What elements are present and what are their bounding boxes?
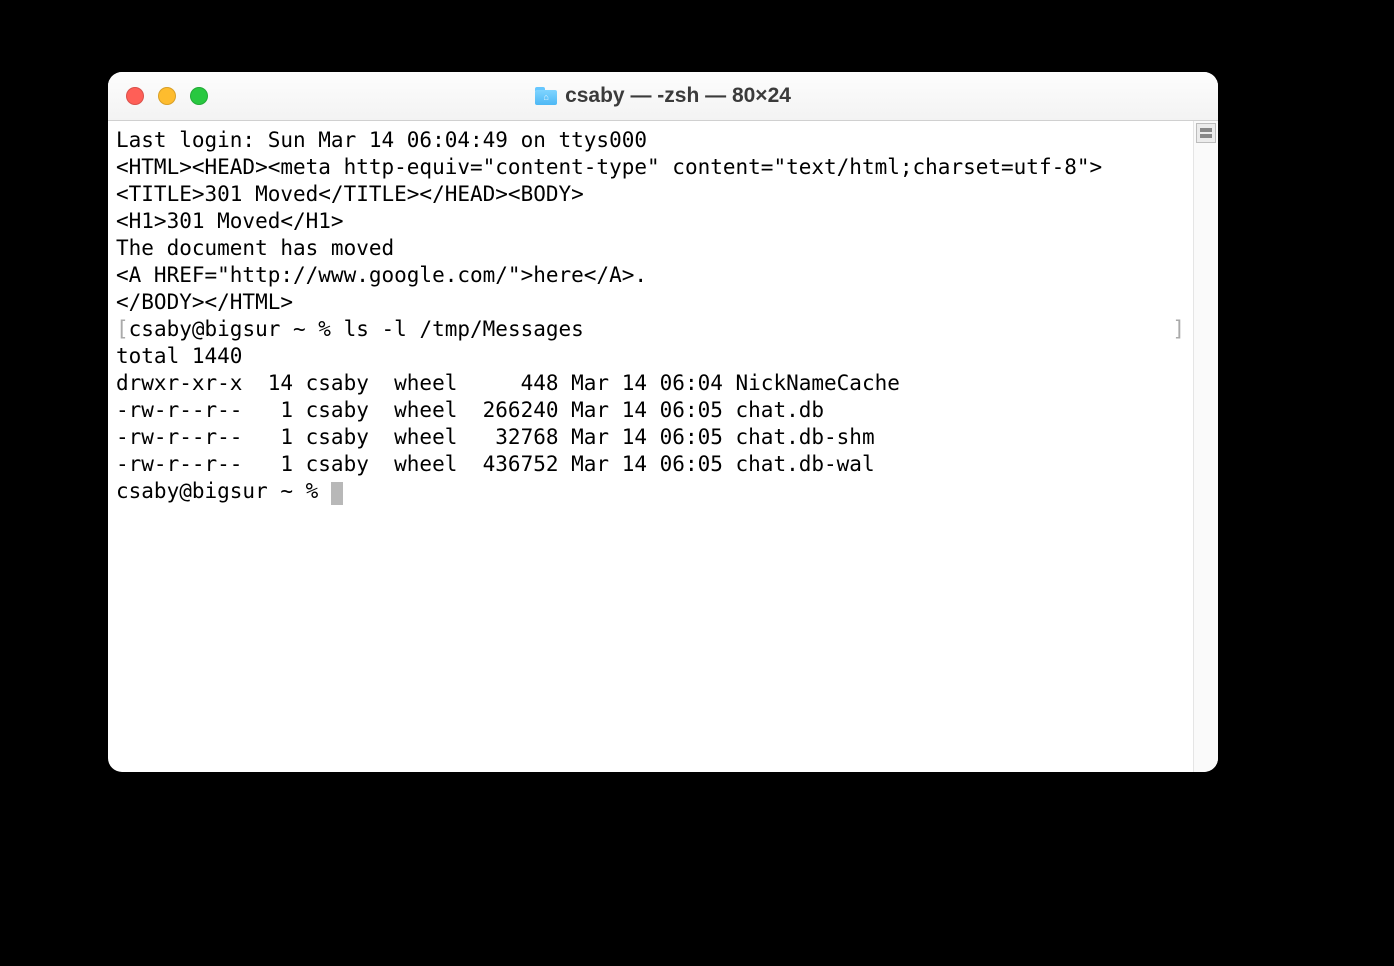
output-line: drwxr-xr-x 14 csaby wheel 448 Mar 14 06:… [116,370,1185,397]
output-line: total 1440 [116,343,1185,370]
traffic-lights [108,87,208,105]
output-line: Last login: Sun Mar 14 06:04:49 on ttys0… [116,127,1185,154]
folder-icon: ⌂ [535,87,557,105]
terminal-window: ⌂ csaby — -zsh — 80×24 Last login: Sun M… [108,72,1218,772]
output-line: <TITLE>301 Moved</TITLE></HEAD><BODY> [116,181,1185,208]
terminal-output[interactable]: Last login: Sun Mar 14 06:04:49 on ttys0… [108,121,1193,772]
output-line: <HTML><HEAD><meta http-equiv="content-ty… [116,154,1185,181]
zoom-button[interactable] [190,87,208,105]
output-line: <H1>301 Moved</H1> [116,208,1185,235]
window-body: Last login: Sun Mar 14 06:04:49 on ttys0… [108,121,1218,772]
bracket-right: ] [1172,316,1185,343]
window-title-text: csaby — -zsh — 80×24 [565,84,791,108]
output-line: -rw-r--r-- 1 csaby wheel 32768 Mar 14 06… [116,424,1185,451]
output-line: -rw-r--r-- 1 csaby wheel 266240 Mar 14 0… [116,397,1185,424]
bracket-left: [ [116,317,129,341]
command-line: [csaby@bigsur ~ % ls -l /tmp/Messages] [116,316,1185,343]
output-line: <A HREF="http://www.google.com/">here</A… [116,262,1185,289]
current-prompt-line[interactable]: csaby@bigsur ~ % [116,478,1185,505]
titlebar[interactable]: ⌂ csaby — -zsh — 80×24 [108,72,1218,121]
prompt: csaby@bigsur ~ % [129,317,344,341]
minimize-button[interactable] [158,87,176,105]
output-line: </BODY></HTML> [116,289,1185,316]
scrollbar[interactable] [1193,121,1218,772]
close-button[interactable] [126,87,144,105]
prompt: csaby@bigsur ~ % [116,479,331,503]
scroll-indicator-icon[interactable] [1196,123,1216,143]
command-text: ls -l /tmp/Messages [344,317,584,341]
output-line: -rw-r--r-- 1 csaby wheel 436752 Mar 14 0… [116,451,1185,478]
output-line: The document has moved [116,235,1185,262]
cursor [331,482,343,505]
window-title: ⌂ csaby — -zsh — 80×24 [108,84,1218,108]
